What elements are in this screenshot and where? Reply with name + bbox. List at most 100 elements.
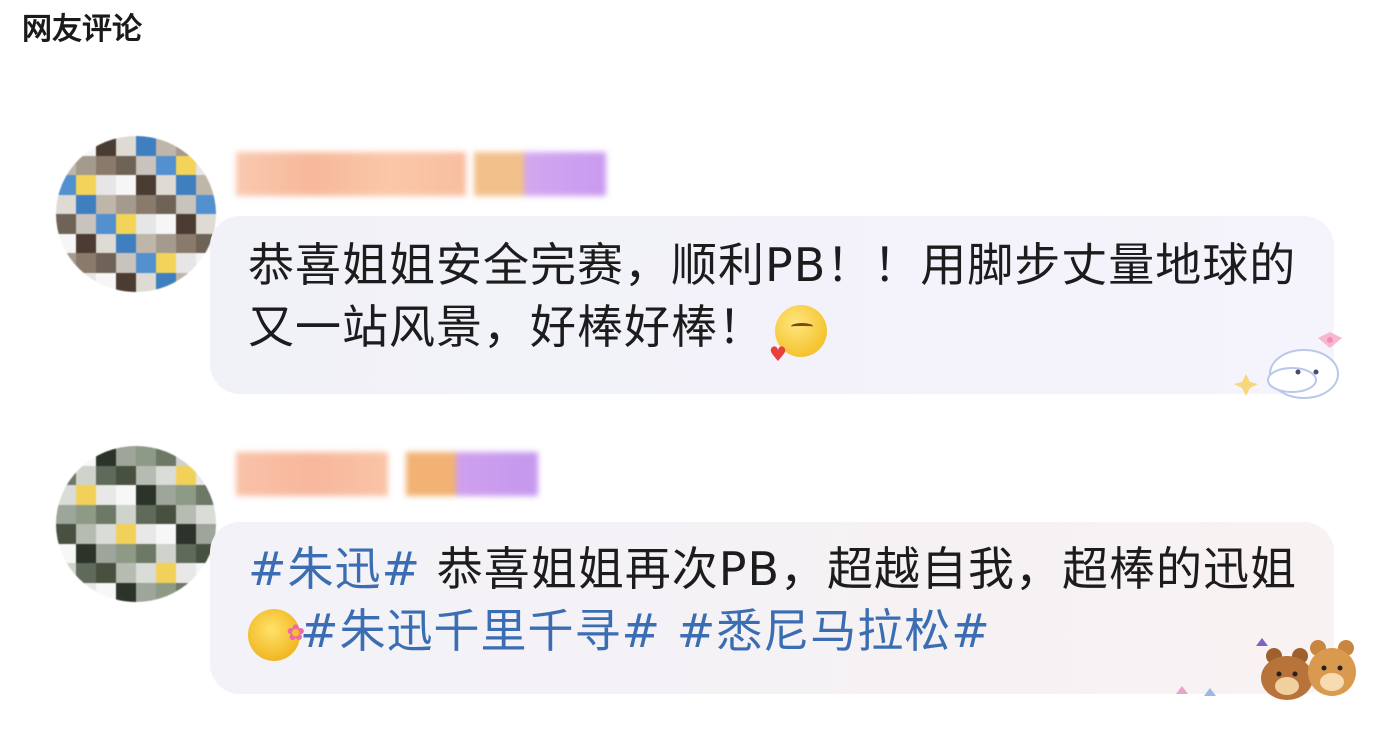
avatar-pixel <box>136 563 156 583</box>
avatar-pixel <box>176 175 196 195</box>
avatar-pixel <box>136 253 156 273</box>
avatar-pixel <box>136 504 156 524</box>
section-title: 网友评论 <box>22 12 142 47</box>
avatar-pixel <box>96 272 116 292</box>
avatar-pixel <box>196 155 216 175</box>
avatar-pixel <box>156 465 176 485</box>
avatar-pixel <box>156 214 176 234</box>
avatar-pixel <box>96 563 116 583</box>
avatar-pixel <box>76 214 96 234</box>
avatar[interactable] <box>56 136 216 292</box>
avatar-pixel <box>156 582 176 602</box>
avatar-pixel <box>176 563 196 583</box>
avatar-pixel <box>116 465 136 485</box>
avatar-pixel <box>116 485 136 505</box>
avatar-pixel <box>96 194 116 214</box>
username-blurred[interactable] <box>236 152 606 196</box>
avatar-pixel <box>136 136 156 156</box>
avatar-pixel <box>56 175 76 195</box>
avatar-pixel <box>76 524 96 544</box>
avatar-pixel <box>116 214 136 234</box>
avatar-pixel <box>196 446 216 466</box>
avatar-pixel <box>76 582 96 602</box>
avatar-pixel <box>176 214 196 234</box>
flower-face-icon <box>248 603 306 665</box>
avatar[interactable] <box>56 446 216 602</box>
avatar-pixel <box>156 446 176 466</box>
avatar-pixel <box>136 582 156 602</box>
avatar-pixel <box>116 543 136 563</box>
avatar-pixel <box>116 253 136 273</box>
hashtag-link[interactable]: #朱迅千里千寻# <box>300 604 661 658</box>
avatar-pixel <box>116 155 136 175</box>
avatar-pixel <box>176 465 196 485</box>
kiss-face-icon <box>769 304 827 385</box>
avatar-pixel <box>76 563 96 583</box>
avatar-pixel <box>116 175 136 195</box>
avatar-pixel <box>96 524 116 544</box>
avatar-pixel <box>176 272 196 292</box>
avatar-pixel <box>176 253 196 273</box>
avatar-pixel <box>136 214 156 234</box>
avatar-pixel <box>116 136 136 156</box>
avatar-pixel <box>96 543 116 563</box>
avatar-pixel <box>96 504 116 524</box>
avatar-pixel <box>96 136 116 156</box>
avatar-pixel <box>136 155 156 175</box>
avatar-pixel <box>96 253 116 273</box>
avatar-pixel <box>96 233 116 253</box>
avatar-pixel <box>96 582 116 602</box>
avatar-pixel <box>136 485 156 505</box>
avatar-pixel <box>156 504 176 524</box>
avatar-pixel <box>76 194 96 214</box>
avatar-pixel <box>136 543 156 563</box>
avatar-pixel <box>96 485 116 505</box>
avatar-pixel <box>76 272 96 292</box>
avatar-pixel <box>56 504 76 524</box>
avatar-pixel <box>196 504 216 524</box>
avatar-pixel <box>56 485 76 505</box>
avatar-pixel <box>96 214 116 234</box>
avatar-pixel <box>136 465 156 485</box>
avatar-pixel <box>176 582 196 602</box>
avatar-pixel <box>116 582 136 602</box>
avatar-pixel <box>96 465 116 485</box>
avatar-pixel <box>156 272 176 292</box>
avatar-pixel <box>56 272 76 292</box>
avatar-pixel <box>96 446 116 466</box>
comment-text: #朱迅# 恭喜姐姐再次PB，超越自我，超棒的迅姐 #朱迅千里千寻# #悉尼马拉松# <box>248 538 1308 665</box>
avatar-pixel <box>176 194 196 214</box>
avatar-pixel <box>56 194 76 214</box>
avatar-pixel <box>96 155 116 175</box>
avatar-pixel <box>56 214 76 234</box>
avatar-pixel <box>176 504 196 524</box>
avatar-pixel <box>76 504 96 524</box>
hashtag-link[interactable]: #朱迅# <box>248 542 421 596</box>
bunny-sticker-icon <box>1234 332 1342 399</box>
avatar-pixel <box>176 524 196 544</box>
avatar-pixel <box>56 253 76 273</box>
avatar-pixel <box>196 136 216 156</box>
hashtag-link[interactable]: #悉尼马拉松# <box>677 604 991 658</box>
avatar-pixel <box>76 543 96 563</box>
avatar-pixel <box>56 233 76 253</box>
avatar-pixel <box>156 524 176 544</box>
avatar-pixel <box>156 136 176 156</box>
avatar-pixel <box>136 233 156 253</box>
avatar-pixel <box>76 446 96 466</box>
avatar-pixel <box>76 155 96 175</box>
avatar-pixel <box>76 136 96 156</box>
avatar-pixel <box>136 524 156 544</box>
avatar-pixel <box>76 253 96 273</box>
avatar-pixel <box>176 446 196 466</box>
hashtag-spacer <box>661 604 677 658</box>
avatar-pixel <box>136 272 156 292</box>
avatar-pixel <box>56 155 76 175</box>
username-blurred[interactable] <box>236 452 538 496</box>
avatar-pixel <box>76 175 96 195</box>
avatar-pixel <box>176 543 196 563</box>
avatar-pixel <box>56 582 76 602</box>
avatar-pixel <box>136 446 156 466</box>
avatar-pixel <box>96 175 116 195</box>
avatar-pixel <box>196 485 216 505</box>
